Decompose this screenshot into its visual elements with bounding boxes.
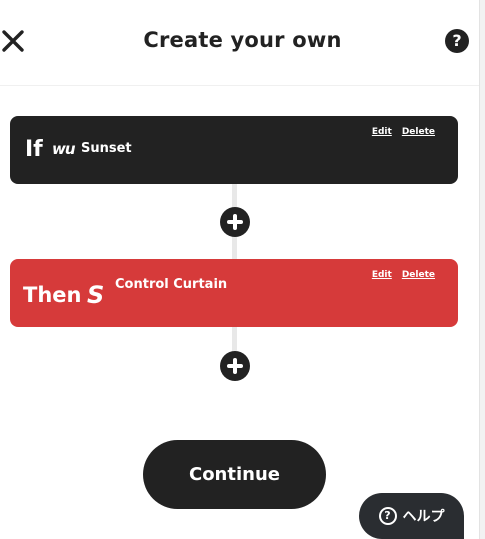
trigger-links: Edit Delete (362, 127, 435, 137)
add-action-button[interactable] (220, 351, 250, 381)
trigger-keyword: If (25, 137, 43, 162)
add-step-button[interactable] (220, 207, 250, 237)
action-service: Control Curtain (115, 277, 228, 292)
continue-button[interactable]: Continue (143, 440, 326, 509)
window-edge (479, 0, 485, 539)
trigger-delete-link[interactable]: Delete (402, 127, 435, 137)
action-edit-link[interactable]: Edit (372, 270, 392, 280)
help-chat-label: ヘルプ (402, 509, 445, 525)
page-title: Create your own (143, 28, 342, 52)
help-icon[interactable]: ? (445, 29, 469, 53)
trigger-service: Sunset (81, 141, 132, 156)
header: Create your own ? (0, 0, 485, 86)
trigger-edit-link[interactable]: Edit (372, 127, 392, 137)
question-circle-icon: ? (378, 507, 397, 525)
service-logo: S (87, 281, 105, 309)
trigger-card[interactable]: If wu Sunset Edit Delete (10, 116, 458, 184)
action-keyword: Then (23, 283, 82, 307)
action-card[interactable]: Then S Control Curtain Edit Delete (10, 259, 458, 327)
help-chat-button[interactable]: ? ヘルプ (359, 493, 464, 539)
action-links: Edit Delete (362, 270, 435, 280)
weather-underground-logo: wu (52, 140, 76, 158)
connector-line (232, 327, 237, 351)
action-delete-link[interactable]: Delete (402, 270, 435, 280)
